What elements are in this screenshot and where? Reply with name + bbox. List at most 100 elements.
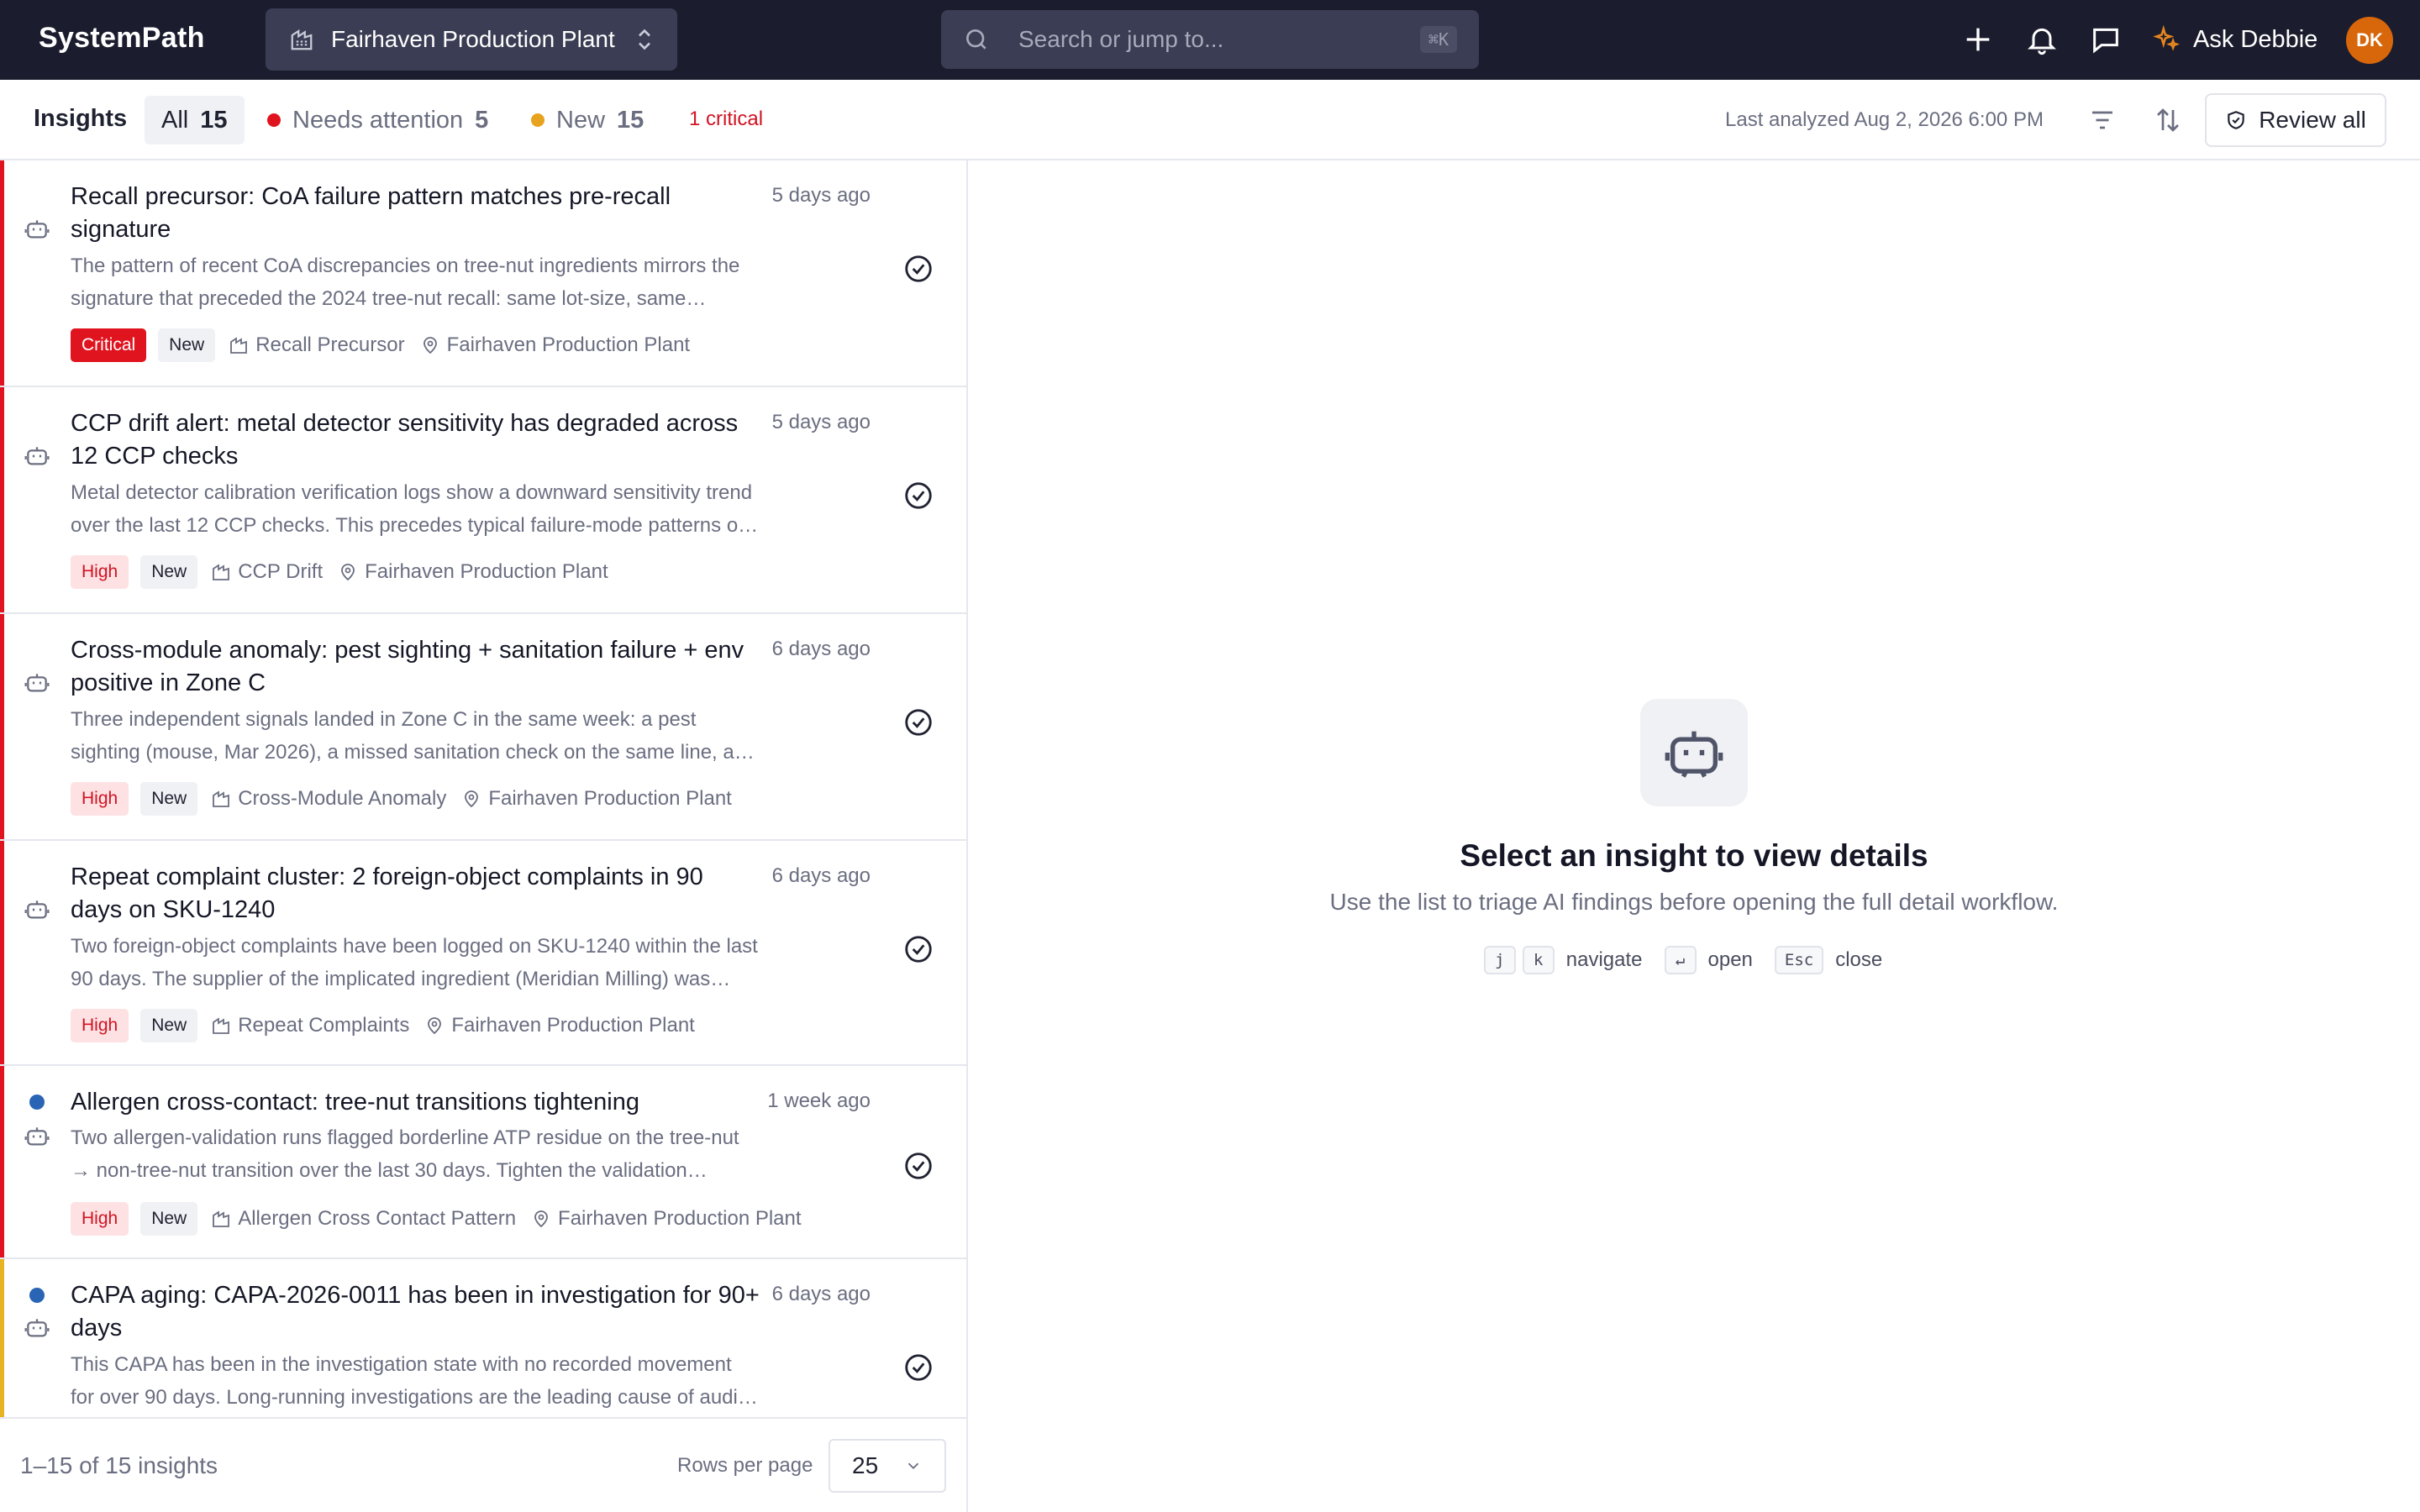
search-icon <box>966 29 986 50</box>
severity-badge: High <box>71 555 129 589</box>
severity-stripe <box>0 1259 4 1417</box>
list-pagination-footer: 1–15 of 15 insights Rows per page 25 <box>0 1417 968 1512</box>
needs-attention-dot <box>267 113 281 127</box>
filter-needs-count: 5 <box>475 106 489 134</box>
unread-indicator <box>29 1288 45 1303</box>
mark-reviewed-check-icon[interactable] <box>902 253 934 285</box>
category-tag: Recall Precursor <box>229 333 405 357</box>
ai-bot-icon <box>24 896 50 923</box>
bot-icon <box>1665 731 1723 778</box>
search-shortcut-hint: ⌘K <box>1419 26 1457 53</box>
folder-icon <box>211 1209 238 1229</box>
mark-reviewed-check-icon[interactable] <box>902 1352 934 1383</box>
location-label: Fairhaven Production Plant <box>488 787 732 810</box>
open-hint: open <box>1707 948 1753 971</box>
severity-badge: High <box>71 1009 129 1042</box>
insight-time: 5 days ago <box>771 184 871 207</box>
location-tag: Fairhaven Production Plant <box>338 560 608 584</box>
page-title: Insights <box>34 105 128 132</box>
location-label: Fairhaven Production Plant <box>558 1207 802 1230</box>
mark-reviewed-check-icon[interactable] <box>902 1150 934 1182</box>
insight-title: Cross-module anomaly: pest sighting + sa… <box>71 637 744 696</box>
mark-reviewed-check-icon[interactable] <box>902 706 934 738</box>
severity-stripe <box>0 160 4 386</box>
filter-all-count: 15 <box>200 106 228 134</box>
plus-icon[interactable] <box>1961 23 1995 56</box>
insight-time: 6 days ago <box>771 864 871 887</box>
insight-row[interactable]: Recall precursor: CoA failure pattern ma… <box>0 160 966 387</box>
insight-row[interactable]: Cross-module anomaly: pest sighting + sa… <box>0 614 966 841</box>
insight-meta: High New Allergen Cross Contact Pattern Fai… <box>71 1202 815 1236</box>
insight-title: CAPA aging: CAPA-2026-0011 has been in i… <box>71 1282 760 1341</box>
brand-logo[interactable]: SystemPath <box>39 22 205 55</box>
ask-debbie-button[interactable]: Ask Debbie <box>2153 18 2317 60</box>
insight-list: Recall precursor: CoA failure pattern ma… <box>0 160 968 1417</box>
filter-icon[interactable] <box>2087 105 2118 135</box>
insight-time: 6 days ago <box>771 1283 871 1305</box>
critical-summary[interactable]: 1 critical <box>689 108 763 131</box>
insight-row[interactable]: CAPA aging: CAPA-2026-0011 has been in i… <box>0 1259 966 1417</box>
plant-selector-label: Fairhaven Production Plant <box>331 26 615 52</box>
category-label: Recall Precursor <box>255 333 405 356</box>
filter-all-label: All <box>161 106 189 134</box>
location-tag: Fairhaven Production Plant <box>424 1014 695 1037</box>
status-badge: New <box>158 328 216 362</box>
category-label: CCP Drift <box>238 560 324 583</box>
location-pin-icon <box>531 1209 558 1229</box>
filter-new-count: 15 <box>617 106 644 134</box>
chevron-up-down-icon <box>639 29 650 50</box>
category-tag: Allergen Cross Contact Pattern <box>211 1207 516 1231</box>
bell-icon[interactable] <box>2025 23 2059 56</box>
insight-row[interactable]: CCP drift alert: metal detector sensitiv… <box>0 387 966 614</box>
ai-bot-icon <box>24 216 50 243</box>
insight-row[interactable]: Allergen cross-contact: tree-nut transit… <box>0 1066 966 1259</box>
location-pin-icon <box>420 335 447 355</box>
location-pin-icon <box>338 562 365 582</box>
insight-description: Three independent signals landed in Zone… <box>71 708 757 764</box>
status-badge: New <box>140 782 198 816</box>
insight-meta: High New CCP Drift Fairhaven Production Pla… <box>71 555 622 589</box>
key-j: j <box>1483 946 1516 974</box>
sort-icon[interactable] <box>2153 105 2183 135</box>
filter-new-tab[interactable]: New 15 <box>531 96 644 144</box>
chat-icon[interactable] <box>2089 23 2123 56</box>
key-enter: ↵ <box>1664 946 1697 974</box>
folder-icon <box>229 335 255 355</box>
insight-description: This CAPA has been in the investigation … <box>71 1353 744 1409</box>
top-navbar: SystemPath Fairhaven Production Plant Se… <box>0 0 2420 80</box>
category-label: Allergen Cross Contact Pattern <box>238 1207 517 1230</box>
insight-description: Metal detector calibration verification … <box>71 481 753 537</box>
folder-icon <box>211 1016 238 1036</box>
user-avatar[interactable]: DK <box>2346 17 2393 64</box>
sparkle-icon <box>2153 25 2181 51</box>
rows-per-page-select[interactable]: 25 <box>829 1439 946 1493</box>
shield-check-icon <box>2228 111 2244 129</box>
insight-title: Recall precursor: CoA failure pattern ma… <box>71 183 671 243</box>
filter-all-tab[interactable]: All 15 <box>145 96 245 144</box>
insight-row[interactable]: Repeat complaint cluster: 2 foreign-obje… <box>0 841 966 1066</box>
insight-title: Repeat complaint cluster: 2 foreign-obje… <box>71 864 703 923</box>
global-search-input[interactable]: Search or jump to... ⌘K <box>941 10 1479 69</box>
severity-badge: Critical <box>71 328 147 362</box>
empty-state-bot-icon <box>1640 699 1748 806</box>
filter-needs-attention-tab[interactable]: Needs attention 5 <box>267 96 488 144</box>
empty-state-subtitle: Use the list to triage AI findings befor… <box>1329 889 2059 915</box>
folder-icon <box>211 562 238 582</box>
key-esc: Esc <box>1774 946 1824 974</box>
mark-reviewed-check-icon[interactable] <box>902 480 934 512</box>
mark-reviewed-check-icon[interactable] <box>902 933 934 965</box>
status-badge: New <box>140 555 198 589</box>
insights-filter-bar: Insights All 15 Needs attention 5 New 15… <box>0 80 2420 160</box>
severity-stripe <box>0 1066 4 1257</box>
location-pin-icon <box>424 1016 451 1036</box>
key-k: k <box>1522 946 1555 974</box>
category-tag: CCP Drift <box>211 560 323 584</box>
plant-selector[interactable]: Fairhaven Production Plant <box>266 8 677 71</box>
insight-title: CCP drift alert: metal detector sensitiv… <box>71 410 739 470</box>
review-all-button[interactable]: Review all <box>2205 93 2386 147</box>
rows-per-page-label: Rows per page <box>677 1454 813 1477</box>
search-placeholder: Search or jump to... <box>1018 26 1224 52</box>
ai-bot-icon <box>24 1315 50 1341</box>
location-tag: Fairhaven Production Plant <box>531 1207 802 1231</box>
insight-meta: Critical New Recall Precursor Fairhaven Pro… <box>71 328 703 362</box>
